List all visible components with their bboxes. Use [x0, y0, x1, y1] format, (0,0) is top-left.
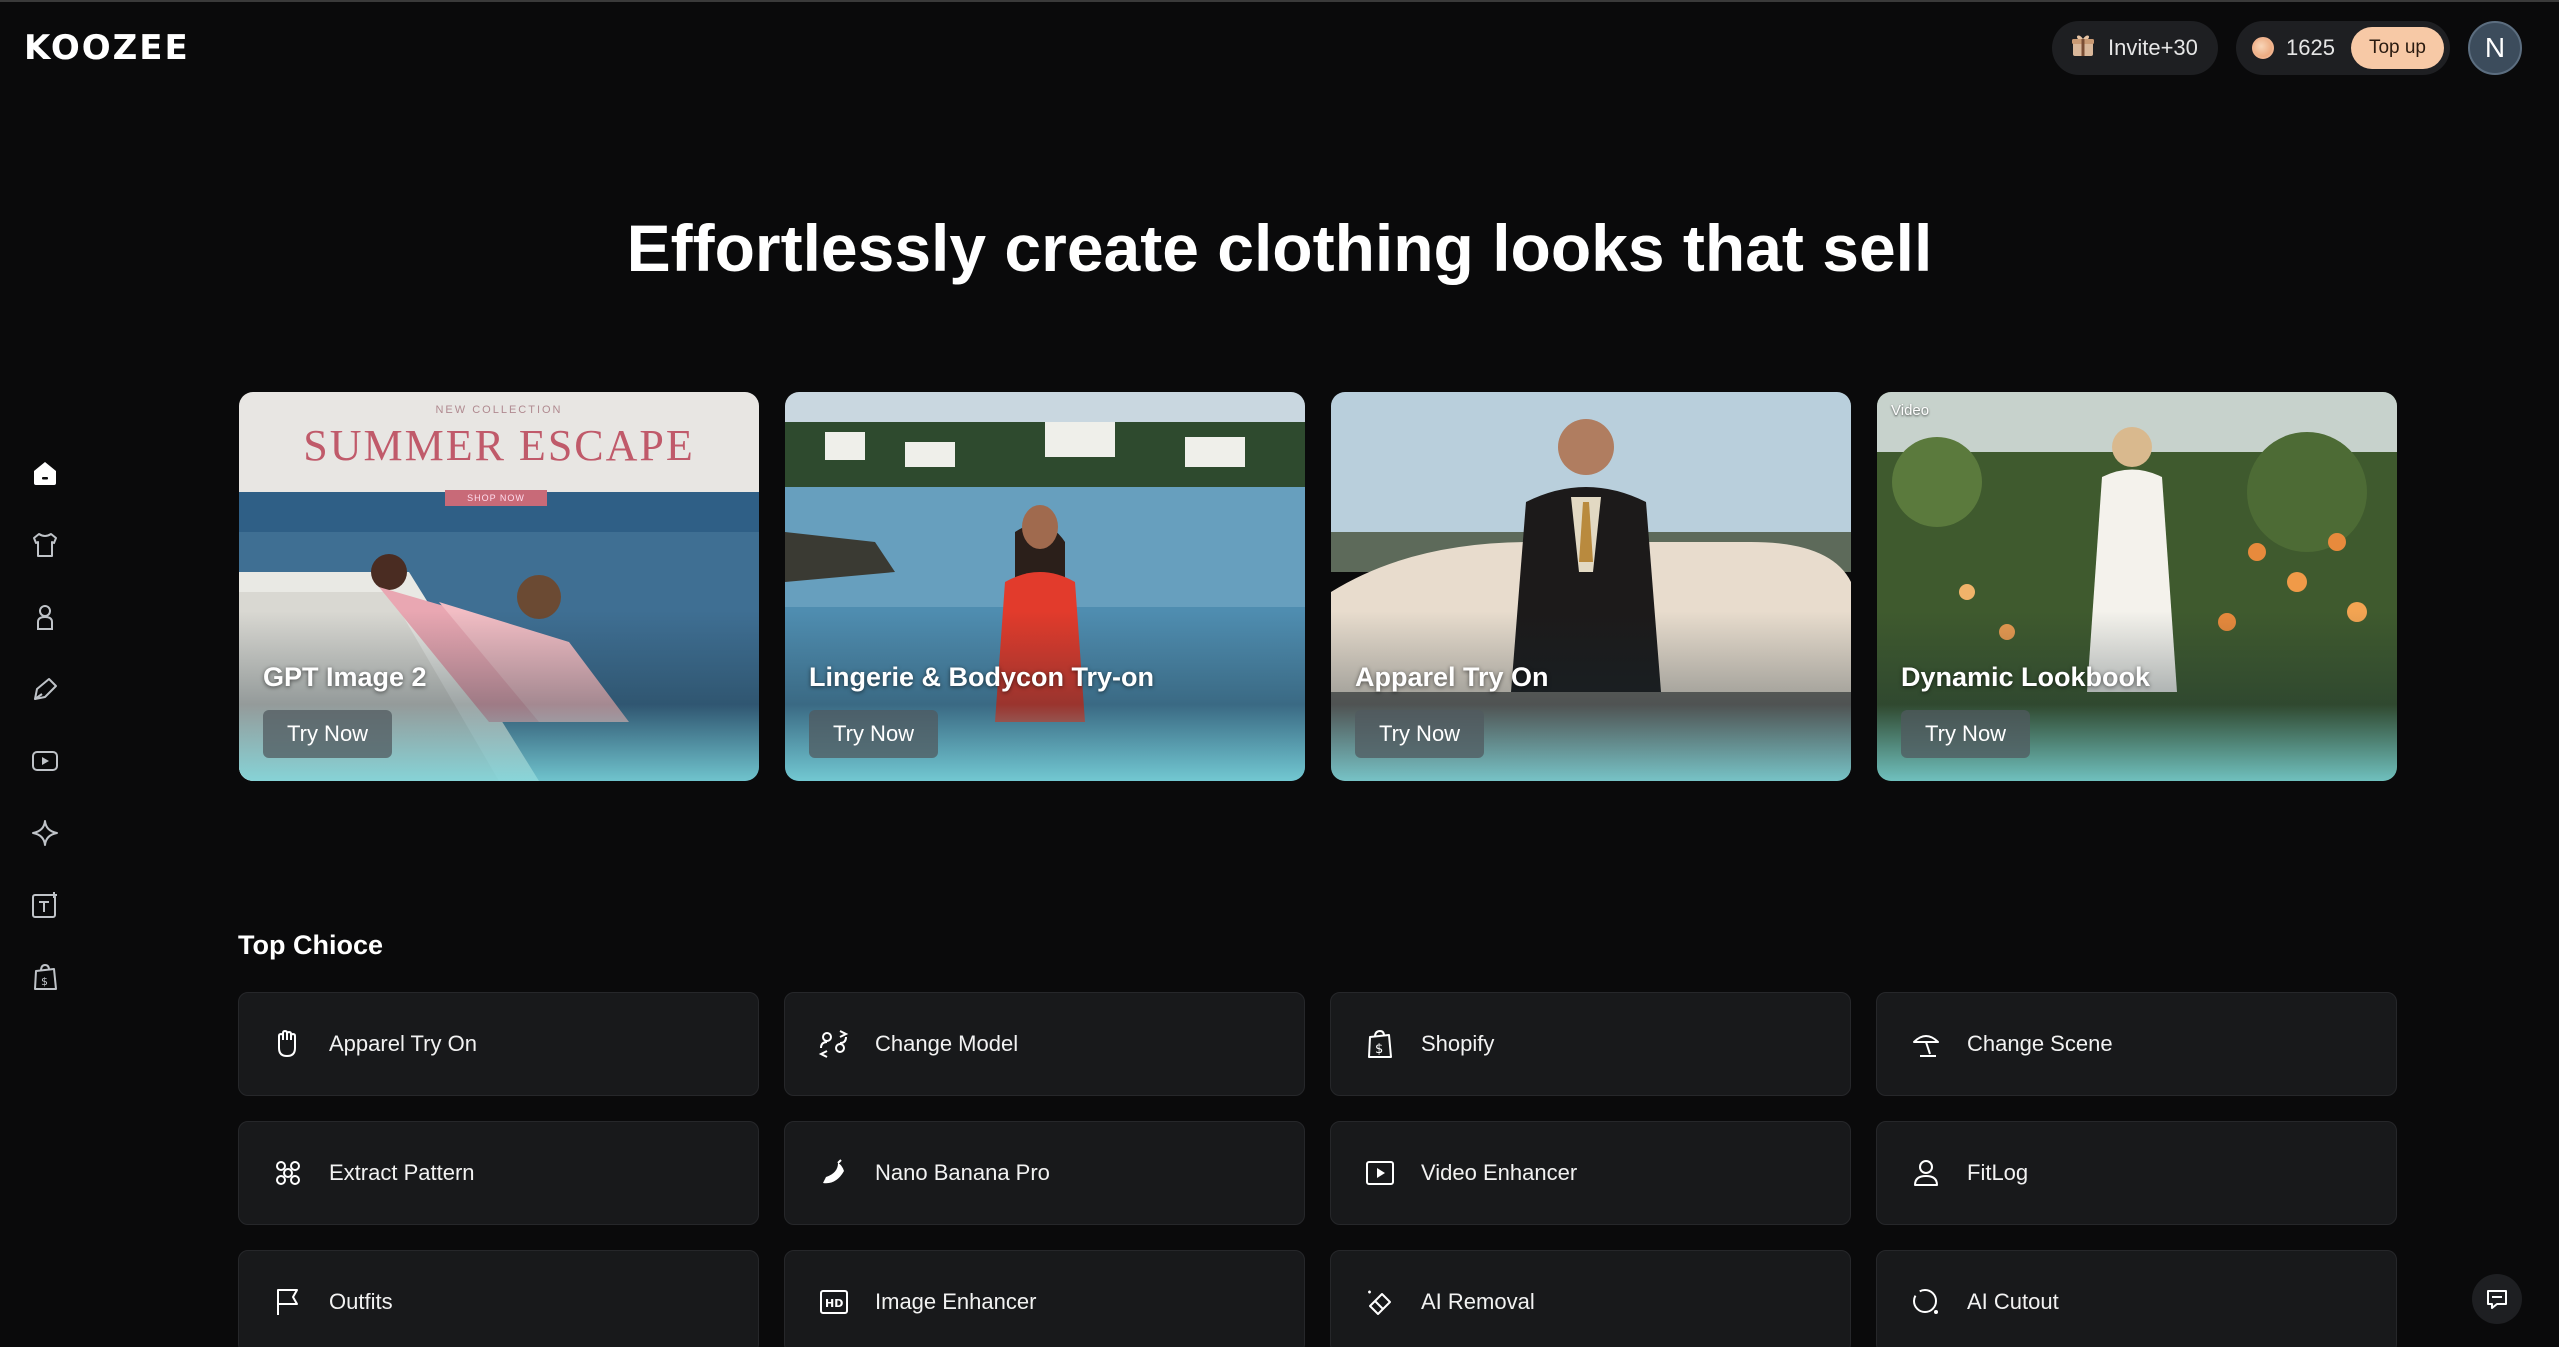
shopify-icon: $ — [1363, 1027, 1397, 1061]
card-title: Apparel Try On — [1355, 662, 1549, 692]
tool-ai-cutout[interactable]: AI Cutout — [1876, 1250, 2397, 1347]
svg-text:$: $ — [41, 975, 48, 988]
shopify-bag-icon: $ — [34, 963, 57, 990]
tool-label: Change Scene — [1967, 1031, 2113, 1056]
invite-label: Invite+30 — [2108, 35, 2198, 60]
sidebar-item-text[interactable] — [26, 886, 64, 924]
svg-text:$: $ — [1375, 1042, 1383, 1057]
invite-button[interactable]: Invite+30 — [2052, 21, 2218, 75]
try-now-button[interactable]: Try Now — [809, 710, 939, 758]
sparkle-icon — [32, 820, 58, 846]
tool-label: FitLog — [1967, 1160, 2029, 1185]
sidebar-item-video[interactable] — [26, 742, 64, 780]
tool-nano-banana-pro[interactable]: Nano Banana Pro — [784, 1121, 1305, 1225]
video-play-icon — [1363, 1156, 1397, 1190]
tool-extract-pattern[interactable]: Extract Pattern — [238, 1121, 759, 1225]
sidebar-item-home[interactable] — [26, 454, 64, 492]
tool-label: AI Cutout — [1967, 1289, 2059, 1314]
tool-apparel-try-on[interactable]: Apparel Try On — [238, 992, 759, 1096]
tool-video-enhancer[interactable]: Video Enhancer — [1330, 1121, 1851, 1225]
try-now-button[interactable]: Try Now — [1901, 710, 2031, 758]
hanger-hand-icon — [271, 1027, 305, 1061]
tool-label: Image Enhancer — [875, 1289, 1037, 1314]
sidebar-item-edit[interactable] — [26, 670, 64, 708]
video-icon — [32, 751, 58, 771]
chat-icon — [2487, 1290, 2507, 1309]
card-lingerie[interactable]: Lingerie & Bodycon Try-on Try Now — [785, 392, 1305, 781]
eraser-icon — [1363, 1285, 1397, 1319]
tool-label: Video Enhancer — [1421, 1160, 1578, 1185]
tool-fitlog[interactable]: FitLog — [1876, 1121, 2397, 1225]
tool-label: AI Removal — [1421, 1289, 1535, 1314]
tool-ai-removal[interactable]: AI Removal — [1330, 1250, 1851, 1347]
top-up-button[interactable]: Top up — [2350, 27, 2444, 69]
home-icon — [34, 462, 56, 485]
poster-subtitle: NEW COLLECTION — [435, 404, 563, 416]
card-gpt-image[interactable]: NEW COLLECTION SUMMER ESCAPE SHOP NOW GP… — [239, 392, 759, 781]
model-icon — [37, 605, 53, 630]
tool-label: Outfits — [329, 1289, 393, 1314]
card-dynamic-lookbook[interactable]: Video Dynamic Lookbook Try Now — [1877, 392, 2397, 781]
feedback-chat-button[interactable] — [2472, 1274, 2522, 1324]
svg-text:HD: HD — [825, 1297, 843, 1310]
card-apparel-try-on[interactable]: Apparel Try On Try Now — [1331, 392, 1851, 781]
tool-change-model[interactable]: Change Model — [784, 992, 1305, 1096]
sidebar-item-apparel[interactable] — [26, 526, 64, 564]
tool-shopify[interactable]: $ Shopify — [1330, 992, 1851, 1096]
fitlog-icon — [1909, 1156, 1943, 1190]
credits-pill: 1625 Top up — [2236, 21, 2450, 75]
top-bar: KOOZEE Invite+30 1625 Top up N — [0, 0, 2559, 92]
banana-icon — [817, 1156, 851, 1190]
tool-image-enhancer[interactable]: HD Image Enhancer — [784, 1250, 1305, 1347]
swap-person-icon — [817, 1027, 851, 1061]
user-avatar[interactable]: N — [2468, 21, 2522, 75]
hd-icon: HD — [817, 1285, 851, 1319]
cutout-icon — [1909, 1285, 1943, 1319]
card-title: Dynamic Lookbook — [1901, 662, 2151, 692]
flag-icon — [271, 1285, 305, 1319]
edit-icon — [34, 678, 57, 700]
sidebar-item-model[interactable] — [26, 598, 64, 636]
try-now-button[interactable]: Try Now — [263, 710, 393, 758]
tool-label: Shopify — [1421, 1031, 1495, 1056]
tool-change-scene[interactable]: Change Scene — [1876, 992, 2397, 1096]
shirt-icon — [33, 533, 57, 557]
credit-count: 1625 — [2286, 35, 2335, 60]
video-tag: Video — [1891, 402, 1930, 419]
poster-title: SUMMER ESCAPE — [303, 421, 695, 470]
card-title: GPT Image 2 — [263, 662, 427, 692]
section-title-top-choice: Top Chioce — [238, 930, 383, 960]
card-title: Lingerie & Bodycon Try-on — [809, 662, 1155, 692]
tool-label: Nano Banana Pro — [875, 1160, 1050, 1185]
gift-icon — [2070, 32, 2096, 64]
hero-title: Effortlessly create clothing looks that … — [626, 211, 1933, 285]
tool-label: Extract Pattern — [329, 1160, 475, 1185]
koozee-logo[interactable]: KOOZEE — [24, 28, 190, 68]
tool-label: Apparel Try On — [329, 1031, 477, 1056]
tool-label: Change Model — [875, 1031, 1019, 1056]
sidebar-item-shopify[interactable]: $ — [26, 958, 64, 996]
scene-icon — [1909, 1027, 1943, 1061]
text-add-icon — [32, 892, 57, 918]
try-now-button[interactable]: Try Now — [1355, 710, 1485, 758]
poster-button: SHOP NOW — [445, 490, 547, 506]
tool-outfits[interactable]: Outfits — [238, 1250, 759, 1347]
sidebar-item-ai[interactable] — [26, 814, 64, 852]
pattern-icon — [271, 1156, 305, 1190]
coin-icon — [2252, 37, 2274, 59]
